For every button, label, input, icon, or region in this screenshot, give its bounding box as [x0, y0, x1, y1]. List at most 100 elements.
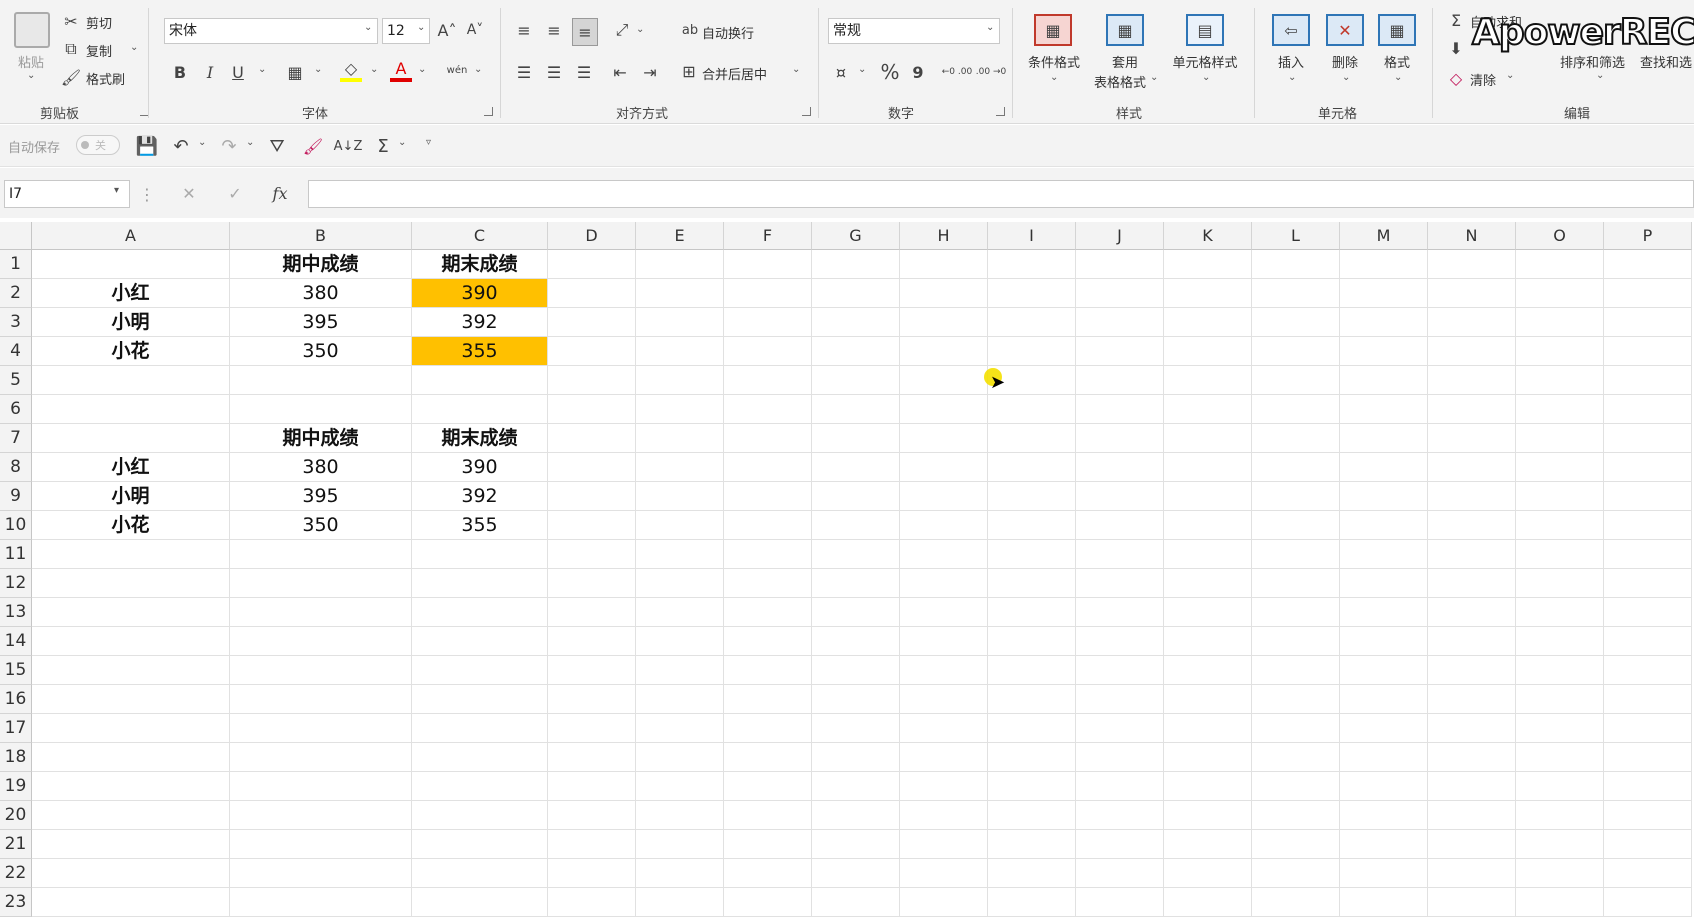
- cell-m11[interactable]: [1340, 540, 1428, 569]
- cell-n9[interactable]: [1428, 482, 1516, 511]
- cell-f23[interactable]: [724, 888, 812, 917]
- name-box-dropdown-icon[interactable]: ▾: [114, 185, 119, 196]
- sort-filter-button[interactable]: 排序和筛选: [1560, 52, 1625, 71]
- cell-p8[interactable]: [1604, 453, 1692, 482]
- cell-h14[interactable]: [900, 627, 988, 656]
- decrease-font-icon[interactable]: A˅: [464, 18, 486, 42]
- cell-e20[interactable]: [636, 801, 724, 830]
- cell-m18[interactable]: [1340, 743, 1428, 772]
- customize-qat-icon[interactable]: ▿: [426, 137, 431, 148]
- cell-a16[interactable]: [32, 685, 230, 714]
- cell-b18[interactable]: [230, 743, 412, 772]
- cell-a3[interactable]: 小明: [32, 308, 230, 337]
- cell-j9[interactable]: [1076, 482, 1164, 511]
- row-header-12[interactable]: 12: [0, 569, 32, 598]
- clear-dropdown-icon[interactable]: ⌄: [1506, 70, 1514, 81]
- cell-k14[interactable]: [1164, 627, 1252, 656]
- cell-l1[interactable]: [1252, 250, 1340, 279]
- row-header-10[interactable]: 10: [0, 511, 32, 540]
- cell-f20[interactable]: [724, 801, 812, 830]
- column-header-e[interactable]: E: [636, 222, 724, 250]
- cell-p9[interactable]: [1604, 482, 1692, 511]
- cell-c9[interactable]: 392: [412, 482, 548, 511]
- cell-d1[interactable]: [548, 250, 636, 279]
- cell-n18[interactable]: [1428, 743, 1516, 772]
- cell-a14[interactable]: [32, 627, 230, 656]
- cell-i12[interactable]: [988, 569, 1076, 598]
- cell-h9[interactable]: [900, 482, 988, 511]
- cell-m21[interactable]: [1340, 830, 1428, 859]
- cell-styles-button[interactable]: 单元格样式: [1162, 52, 1248, 71]
- cell-o6[interactable]: [1516, 395, 1604, 424]
- cell-e8[interactable]: [636, 453, 724, 482]
- column-header-m[interactable]: M: [1340, 222, 1428, 250]
- cell-p18[interactable]: [1604, 743, 1692, 772]
- cell-m5[interactable]: [1340, 366, 1428, 395]
- paste-icon[interactable]: [14, 12, 50, 48]
- cell-j3[interactable]: [1076, 308, 1164, 337]
- row-header-13[interactable]: 13: [0, 598, 32, 627]
- cell-o11[interactable]: [1516, 540, 1604, 569]
- cell-i10[interactable]: [988, 511, 1076, 540]
- cell-g6[interactable]: [812, 395, 900, 424]
- cell-styles-dropdown-icon[interactable]: ⌄: [1202, 72, 1210, 83]
- cell-m22[interactable]: [1340, 859, 1428, 888]
- cell-l7[interactable]: [1252, 424, 1340, 453]
- cell-b9[interactable]: 395: [230, 482, 412, 511]
- cell-n15[interactable]: [1428, 656, 1516, 685]
- cell-a17[interactable]: [32, 714, 230, 743]
- cell-m20[interactable]: [1340, 801, 1428, 830]
- cell-g2[interactable]: [812, 279, 900, 308]
- row-header-14[interactable]: 14: [0, 627, 32, 656]
- cell-n22[interactable]: [1428, 859, 1516, 888]
- cell-a7[interactable]: [32, 424, 230, 453]
- cell-j18[interactable]: [1076, 743, 1164, 772]
- cell-h21[interactable]: [900, 830, 988, 859]
- row-header-22[interactable]: 22: [0, 859, 32, 888]
- cell-a6[interactable]: [32, 395, 230, 424]
- delete-cells-dropdown-icon[interactable]: ⌄: [1342, 72, 1350, 83]
- cell-p3[interactable]: [1604, 308, 1692, 337]
- cell-j6[interactable]: [1076, 395, 1164, 424]
- cell-e15[interactable]: [636, 656, 724, 685]
- cell-i4[interactable]: [988, 337, 1076, 366]
- confirm-entry-icon[interactable]: ✓: [224, 182, 246, 204]
- cell-g13[interactable]: [812, 598, 900, 627]
- cell-c4[interactable]: 355: [412, 337, 548, 366]
- cell-f5[interactable]: [724, 366, 812, 395]
- cell-n16[interactable]: [1428, 685, 1516, 714]
- cell-a12[interactable]: [32, 569, 230, 598]
- merge-center-button[interactable]: 合并后居中: [702, 64, 767, 83]
- cell-a4[interactable]: 小花: [32, 337, 230, 366]
- cell-p14[interactable]: [1604, 627, 1692, 656]
- cell-h3[interactable]: [900, 308, 988, 337]
- alignment-launcher-icon[interactable]: [802, 107, 811, 116]
- cell-k8[interactable]: [1164, 453, 1252, 482]
- font-size-dropdown-icon[interactable]: ⌄: [417, 22, 425, 33]
- cell-b20[interactable]: [230, 801, 412, 830]
- cell-n23[interactable]: [1428, 888, 1516, 917]
- cell-h13[interactable]: [900, 598, 988, 627]
- conditional-format-button[interactable]: 条件格式: [1018, 52, 1090, 71]
- cell-l13[interactable]: [1252, 598, 1340, 627]
- cell-d14[interactable]: [548, 627, 636, 656]
- cell-l16[interactable]: [1252, 685, 1340, 714]
- delete-cells-button[interactable]: 删除: [1322, 52, 1368, 71]
- cell-k17[interactable]: [1164, 714, 1252, 743]
- cell-j4[interactable]: [1076, 337, 1164, 366]
- cell-k16[interactable]: [1164, 685, 1252, 714]
- cell-i16[interactable]: [988, 685, 1076, 714]
- cell-g7[interactable]: [812, 424, 900, 453]
- cell-b6[interactable]: [230, 395, 412, 424]
- cell-p19[interactable]: [1604, 772, 1692, 801]
- cell-p22[interactable]: [1604, 859, 1692, 888]
- font-launcher-icon[interactable]: [484, 107, 493, 116]
- cell-d23[interactable]: [548, 888, 636, 917]
- cell-a2[interactable]: 小红: [32, 279, 230, 308]
- cell-e11[interactable]: [636, 540, 724, 569]
- cell-o12[interactable]: [1516, 569, 1604, 598]
- cell-p20[interactable]: [1604, 801, 1692, 830]
- cell-e17[interactable]: [636, 714, 724, 743]
- undo-icon[interactable]: ↶: [170, 135, 192, 157]
- cell-k1[interactable]: [1164, 250, 1252, 279]
